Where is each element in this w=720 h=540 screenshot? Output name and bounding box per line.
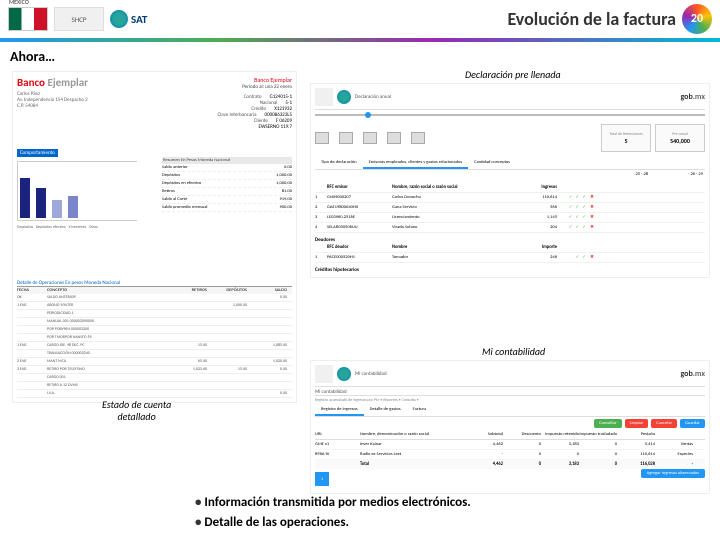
table-row: RETIRO A 12 DVMS [17,382,292,390]
shcp-mini-icon [315,88,333,106]
decl-title: Declaración anual [355,94,676,100]
bullets: Información transmitida por medios elect… [195,493,471,532]
contabilidad-panel: Mi contabilidad gob.mx Mi contabilidad R… [310,360,710,494]
sat-text: SAT [131,13,147,26]
sat-mini-icon [337,367,351,381]
bank-logo: Banco Ejemplar [17,76,88,89]
detalle-head: Detalle de Operaciones En pesos Moneda N… [17,280,292,287]
table-row: OKSALDO ANTERIOR0.00 [17,294,292,302]
slide-title: Evolución de la factura [180,8,676,30]
logo-group: SHCP SAT [8,7,180,31]
bar-3 [52,200,62,218]
cancelar-button[interactable]: Cancelar [651,419,677,428]
form-icon [315,132,329,144]
cont-heading: Mi contabilidad [315,389,705,396]
decl-header: RFC emisor Nombre, razón social o razón … [315,183,705,193]
bullet-2: Detalle de las operaciones. [195,513,471,533]
summary-pair: 25 - 28 - 26 - 29 [315,170,705,179]
caption-contabilidad: Mi contabilidad [482,345,545,358]
icon-row: Total de Retenciones5 Pre-anual540,000 [315,120,705,156]
limpiar-button[interactable]: Limpiar [625,419,649,428]
declaracion-panel: Declaración anual gob.mx Total de Retenc… [310,83,710,278]
sec-creditos: Créditos hipotecarios [315,267,705,273]
cont-title: Mi contabilidad [355,371,676,377]
table-row: RFBA-XIRadio ex Servicios Lext-000110,61… [315,450,705,460]
table-row: I.V.A.0.00 [17,390,292,398]
table-row: POR POBY9EH 000003200 [17,326,292,334]
agregar-button[interactable]: Agregar ingresos observados [641,469,705,478]
shcp-mini-icon [315,365,333,383]
gov-header2: Mi contabilidad gob.mx [315,365,705,387]
info-box: Total de Retenciones5 [601,124,651,152]
table-row: Total4,46203,1830116,028- [315,460,705,469]
sat-sphere-icon [110,10,128,28]
table-row: TRANSACCIÓN 000003240 [17,350,292,358]
actions: Consultar Limpiar Cancelar Guardar [315,419,705,428]
table-row: CARGO 001 [17,374,292,382]
sat-logo: SAT [110,7,180,31]
table-row: 2GAE19800040H0Gana Servicio566✓ ✓ ✓✖ [315,203,705,213]
bar-1 [20,178,30,218]
form-icon [339,132,353,144]
bar-chart [17,161,137,221]
info-box: Pre-anual540,000 [655,124,705,152]
shcp-logo: SHCP [54,7,104,31]
pager[interactable]: 1 [315,472,329,486]
table-row: 4SELAR050506UUVirado Solano204✓ ✓ ✓✖ [315,223,705,233]
bar-4 [68,196,78,218]
table-row: 1GN09000207Carlos Donocho110,614✓ ✓ ✓✖ [315,193,705,203]
decl-table: RFC emisor Nombre, razón social o razón … [315,183,705,233]
gob-logo: gob.mx [680,92,705,102]
gob-logo: gob.mx [680,369,705,379]
detalle-cols: FECHACONCEPTORETIROSDEPÓSITOSSALDO [17,287,292,294]
anniversary-icon: 20 [682,4,712,34]
table-row: 3 ENERETIRO POR TELEFONO1,023.6015.000.0… [17,366,292,374]
form-icon [411,132,425,144]
sat-mini-icon [337,90,351,104]
comport-label: Comportamiento [17,149,58,157]
caption-declaracion: Declaración pre llenada [465,68,561,81]
resumen-box: Resumen En Pesos Moneda Nacional Saldo a… [162,157,292,212]
breadcrumb: Registro acumulado de ingresos por PM • … [315,398,705,403]
tab: Cantidad conceptos [468,158,516,169]
table-row: PERIODICIDAD 1 [17,310,292,318]
form-icon [387,132,401,144]
tab-row: Tipo de declaración Emisoras empleados, … [315,158,705,170]
slide-header: SHCP SAT Evolución de la factura 20 [0,0,720,42]
bullet-1: Información transmitida por medios elect… [195,493,471,513]
table-row: GME x1Inver Kainar4,46203,18305,414Venta… [315,440,705,450]
form-icon [363,132,377,144]
chart-legend: Depósitos Depósitos efectivo X intereses… [17,225,292,230]
decl-header2: RFC deudor Nombre Importe [315,243,705,253]
consultar-button[interactable]: Consultar [594,419,621,428]
table-row: 1PACE000520H1Tomador246✓ ✓✖ [315,253,705,263]
nav-dot-icon [365,112,371,118]
mexico-logo-icon [8,7,48,31]
detalle-rows: OKSALDO ANTERIOR0.001 ENEABONO Y/INTER1,… [17,294,292,398]
caption-estado: Estado de cuentadetallado [102,399,171,423]
table-row: 2 ENEMANT MCA65.001,020.00 [17,358,292,366]
table-row: 1 ENEABONO Y/INTER1,000.00 [17,302,292,310]
gov-header: Declaración anual gob.mx [315,88,705,110]
cont-tabs: Registro de ingresos Detalle de gastos F… [315,405,705,417]
ahora-heading: Ahora… [0,42,720,71]
tab: Detalle de gastos [364,405,407,416]
table-row: MANUAL 001 000002090000 [17,318,292,326]
tab-selected: Registro de ingresos [315,405,364,416]
table-row: 1 ENECARGO IDE. 98 DEC. PC15.001,085.00 [17,342,292,350]
tab-selected: Emisoras empleados, clientes y gastos re… [363,158,468,169]
table-row: 3LE03960.2516ELicenciamiento1,145✓ ✓ ✓✖ [315,213,705,223]
nav-steps [315,114,705,116]
cont-header: URL Nombre, denominación o razón social … [315,430,705,440]
bank-statement: Banco Ejemplar Carlos Páez Av. Independe… [12,71,297,403]
bar-2 [36,188,46,218]
tab: Tipo de declaración [315,158,363,169]
bank-label: Banco Ejemplar [217,76,292,84]
guardar-button[interactable]: Guardar [680,419,705,428]
resumen-head: Resumen En Pesos Moneda Nacional [162,157,292,164]
table-row: POR TMORPOR NANSFO 59 [17,334,292,342]
content-area: Banco Ejemplar Carlos Páez Av. Independe… [0,71,720,501]
tab: Factura [407,405,433,416]
